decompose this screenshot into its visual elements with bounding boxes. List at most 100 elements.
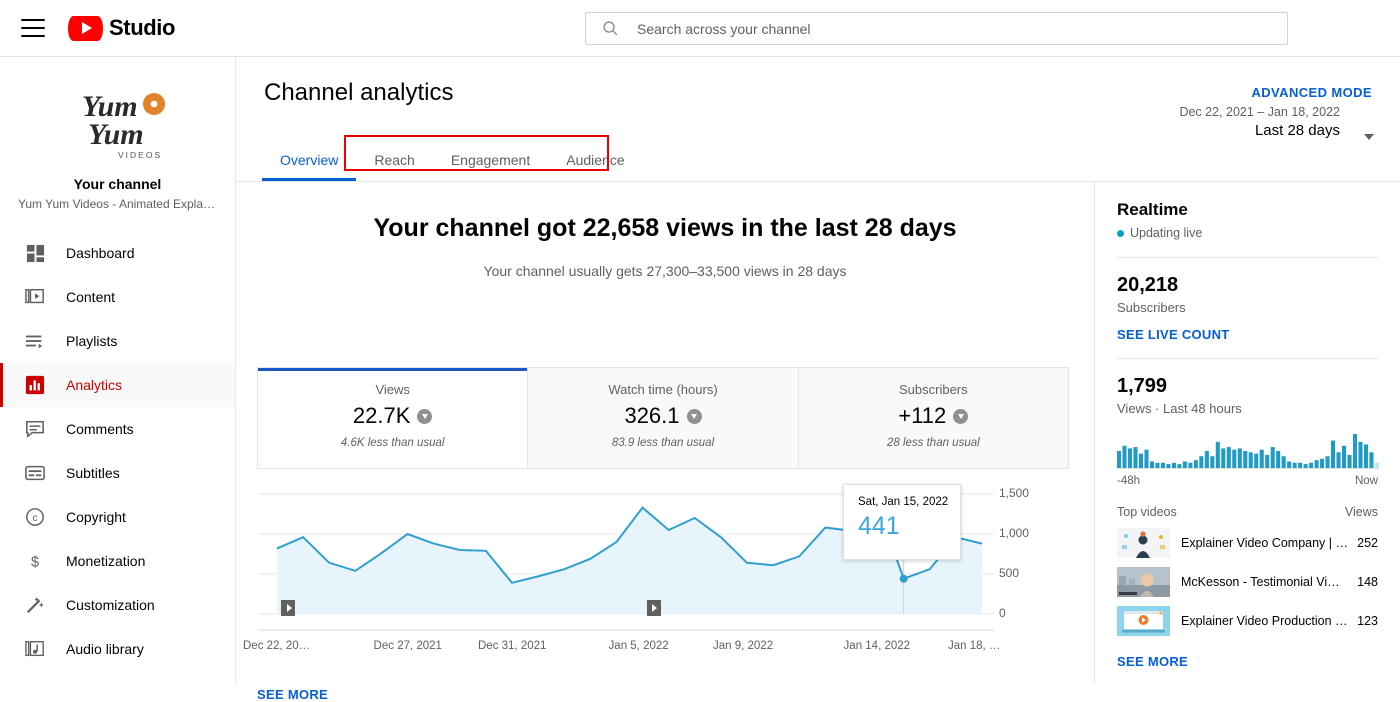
search-input[interactable]: Search across your channel <box>585 12 1288 45</box>
sidebar-nav: Dashboard Content Playlists Analytics Co… <box>0 231 235 671</box>
tab-overview[interactable]: Overview <box>262 139 357 181</box>
metric-label: Subscribers <box>899 382 968 397</box>
sidebar-item-label: Playlists <box>66 333 118 349</box>
realtime-views-count: 1,799 <box>1117 375 1168 397</box>
divider <box>1117 358 1378 359</box>
top-video-row[interactable]: McKesson - Testimonial Vi… 148 <box>1117 567 1378 597</box>
tooltip-date: Sat, Jan 15, 2022 <box>858 496 949 508</box>
chart-x-tick: Jan 18, … <box>948 640 1001 652</box>
metric-label: Views <box>375 382 410 397</box>
svg-text:c: c <box>33 513 38 524</box>
sidebar-item-copyright[interactable]: c Copyright <box>0 495 235 539</box>
trend-down-icon <box>417 408 433 424</box>
realtime-title: Realtime <box>1117 200 1188 219</box>
chart-y-tick: 1,500 <box>999 486 1030 500</box>
youtube-logo-icon <box>68 15 103 41</box>
top-video-row[interactable]: Explainer Video Production … 123 <box>1117 606 1378 636</box>
video-views: 252 <box>1357 536 1378 550</box>
divider <box>1117 257 1378 258</box>
sidebar-item-label: Copyright <box>66 509 126 525</box>
metric-cards: Views 22.7K 4.6K less than usual Watch t… <box>257 367 1069 469</box>
metric-card-views[interactable]: Views 22.7K 4.6K less than usual <box>258 368 529 468</box>
video-thumbnail <box>1117 567 1170 597</box>
date-range-label: Last 28 days <box>1254 122 1340 139</box>
top-video-row[interactable]: Explainer Video Company | … 252 <box>1117 528 1378 558</box>
chevron-down-icon[interactable] <box>1364 134 1374 140</box>
tooltip-value: 441 <box>858 512 900 540</box>
hamburger-icon[interactable] <box>21 19 45 37</box>
video-marker-icon[interactable] <box>281 600 295 616</box>
analytics-tabs: Overview Reach Engagement Audience <box>262 139 643 181</box>
sparkline-end-label: Now <box>1354 475 1378 487</box>
sidebar-item-playlists[interactable]: Playlists <box>0 319 235 363</box>
metric-value: +112 <box>898 403 947 428</box>
date-range-text: Dec 22, 2021 – Jan 18, 2022 <box>1179 105 1340 119</box>
chart-x-tick: Dec 31, 2021 <box>478 640 547 652</box>
metric-value-row: 22.7K <box>353 403 433 429</box>
brand-label: Studio <box>109 15 176 40</box>
overview-subheadline: Your channel usually gets 27,300–33,500 … <box>483 263 847 279</box>
sidebar-item-label: Comments <box>66 421 134 437</box>
metric-value: 22.7K <box>352 403 411 428</box>
sparkline-axis-labels: -48h Now <box>1117 475 1378 487</box>
realtime-views-label: Views · Last 48 hours <box>1117 401 1242 416</box>
svg-text:$: $ <box>31 554 39 570</box>
sidebar-item-subtitles[interactable]: Subtitles <box>0 451 235 495</box>
sidebar-item-label: Dashboard <box>66 245 135 261</box>
video-thumbnail <box>1117 528 1170 558</box>
tab-audience[interactable]: Audience <box>548 139 642 181</box>
tab-reach[interactable]: Reach <box>356 139 432 181</box>
top-videos-header-row: Top videos Views <box>1117 505 1378 519</box>
audio-library-icon <box>23 637 47 661</box>
trend-down-icon <box>686 408 702 424</box>
sidebar-item-label: Content <box>66 289 116 305</box>
chart-y-tick: 500 <box>999 566 1020 580</box>
main-panel: Channel analytics ADVANCED MODE Dec 22, … <box>236 57 1400 702</box>
chart-x-tick: Jan 9, 2022 <box>713 640 774 652</box>
sidebar-item-content[interactable]: Content <box>0 275 235 319</box>
content-icon <box>23 285 47 309</box>
date-range-selector[interactable]: Dec 22, 2021 – Jan 18, 2022 Last 28 days <box>1179 105 1340 139</box>
metric-value-row: 326.1 <box>624 403 702 429</box>
trend-down-icon <box>953 408 969 424</box>
see-live-count-link[interactable]: SEE LIVE COUNT <box>1117 327 1378 342</box>
video-marker-icon[interactable] <box>646 600 661 616</box>
views-header: Views <box>1344 505 1378 519</box>
magic-wand-icon <box>23 593 47 617</box>
metric-card-subscribers[interactable]: Subscribers +112 28 less than usual <box>798 368 1068 468</box>
sidebar-item-customization[interactable]: Customization <box>0 583 235 627</box>
views-chart[interactable]: 0 500 1,000 1,500 Dec 22, 20… Dec 27, 2021 De… <box>243 482 1069 662</box>
metric-card-watch-time[interactable]: Watch time (hours) 326.1 83.9 less than … <box>528 368 799 468</box>
video-title: Explainer Video Company | … <box>1181 536 1348 550</box>
chart-y-tick: 0 <box>999 606 1006 620</box>
advanced-mode-button[interactable]: ADVANCED MODE <box>1251 85 1372 100</box>
metric-label: Watch time (hours) <box>608 382 718 397</box>
subtitles-icon <box>23 461 47 485</box>
sidebar-item-audio-library[interactable]: Audio library <box>0 627 235 671</box>
video-thumbnail <box>1117 606 1170 636</box>
studio-brand[interactable]: Studio <box>68 15 175 41</box>
sidebar-item-monetization[interactable]: $ Monetization <box>0 539 235 583</box>
realtime-see-more-link[interactable]: SEE MORE <box>1117 654 1378 669</box>
playlists-icon <box>23 329 47 353</box>
realtime-status-label: Updating live <box>1130 226 1203 240</box>
dashboard-icon <box>23 241 47 265</box>
search-icon <box>602 20 619 37</box>
video-views: 148 <box>1357 575 1378 589</box>
see-more-chart-link[interactable]: SEE MORE <box>257 687 328 702</box>
channel-logo: Yum Yum VIDEOS <box>62 82 174 162</box>
sidebar-item-comments[interactable]: Comments <box>0 407 235 451</box>
chart-x-tick: Jan 5, 2022 <box>608 640 669 652</box>
tab-engagement[interactable]: Engagement <box>433 139 548 181</box>
live-dot-icon <box>1117 229 1124 237</box>
chart-x-tick: Jan 14, 2022 <box>843 640 911 652</box>
channel-heading: Your channel <box>73 176 162 192</box>
sidebar-item-label: Subtitles <box>66 465 120 481</box>
top-videos-header: Top videos <box>1117 505 1177 519</box>
metric-note: 83.9 less than usual <box>611 437 715 449</box>
metric-note: 28 less than usual <box>886 437 980 449</box>
realtime-sparkline <box>1117 432 1379 469</box>
sparkline-start-label: -48h <box>1117 475 1141 487</box>
sidebar-item-dashboard[interactable]: Dashboard <box>0 231 235 275</box>
sidebar-item-analytics[interactable]: Analytics <box>0 363 235 407</box>
